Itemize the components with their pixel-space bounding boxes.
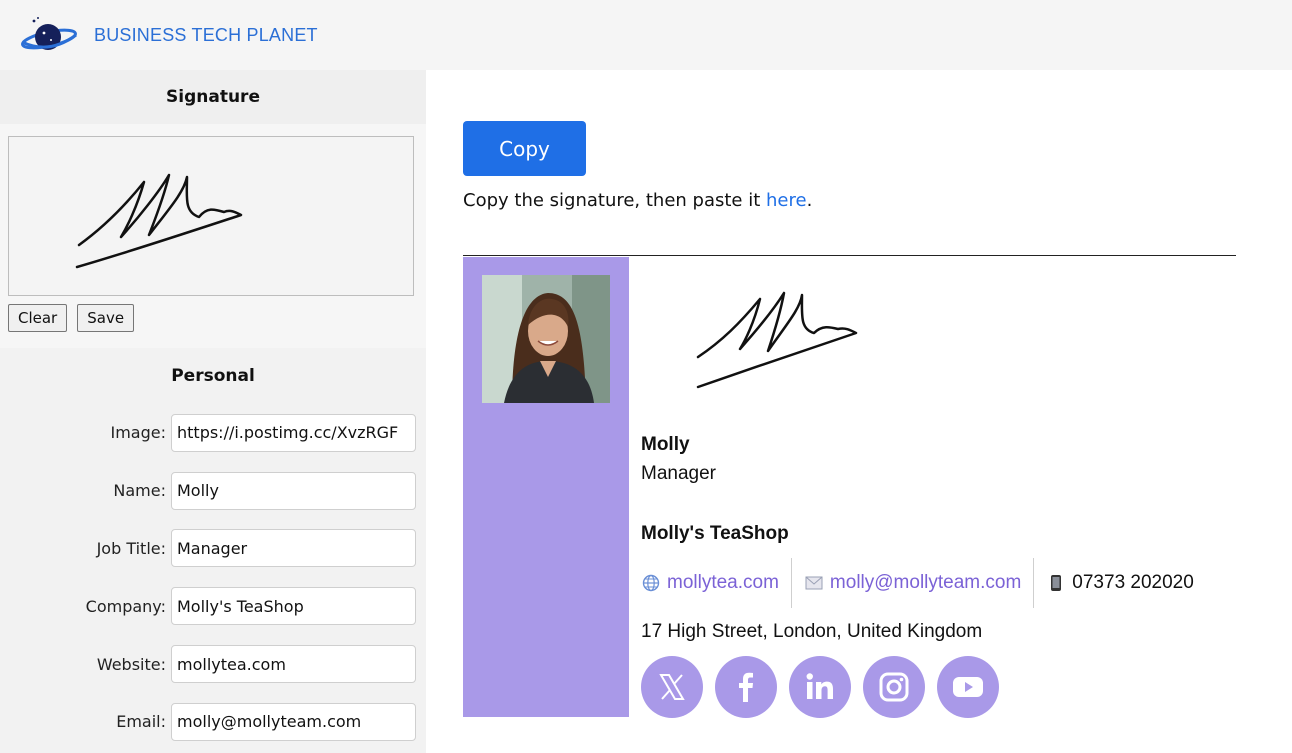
phone-contact: 07373 202020 bbox=[1046, 558, 1194, 608]
personal-section-title: Personal bbox=[171, 366, 255, 386]
contact-separator bbox=[1033, 558, 1035, 608]
name-field-row: Name: bbox=[0, 462, 426, 520]
save-button[interactable]: Save bbox=[77, 304, 135, 332]
image-field-label: Image: bbox=[110, 423, 167, 443]
company-input[interactable] bbox=[171, 587, 416, 626]
divider-line bbox=[463, 255, 1236, 256]
company-field-row: Company: bbox=[0, 577, 426, 635]
signature-job-title: Manager bbox=[641, 463, 716, 484]
profile-photo bbox=[482, 275, 610, 403]
job-title-input[interactable] bbox=[171, 529, 416, 568]
youtube-icon[interactable] bbox=[937, 656, 999, 718]
signature-address: 17 High Street, London, United Kingdom bbox=[641, 621, 983, 642]
brand-name[interactable]: BUSINESS TECH PLANET bbox=[94, 25, 318, 46]
mobile-phone-icon bbox=[1046, 574, 1066, 592]
app-header: BUSINESS TECH PLANET bbox=[0, 0, 1292, 70]
email-field-row: Email: bbox=[0, 693, 426, 751]
phone-number: 07373 202020 bbox=[1072, 572, 1194, 593]
company-field-label: Company: bbox=[85, 596, 166, 616]
paste-here-link[interactable]: here bbox=[766, 190, 807, 211]
job-title-field-row: Job Title: bbox=[0, 520, 426, 578]
editor-panel: Signature Clear Save Personal Image: Nam… bbox=[0, 70, 426, 753]
email-contact: molly@mollyteam.com bbox=[804, 558, 1021, 608]
job-title-field-label: Job Title: bbox=[96, 538, 166, 558]
personal-section: Personal Image: Name: Job Title: Company… bbox=[0, 348, 426, 751]
email-input[interactable] bbox=[171, 702, 416, 741]
facebook-icon[interactable] bbox=[715, 656, 777, 718]
website-field-row: Website: bbox=[0, 635, 426, 693]
website-field-label: Website: bbox=[96, 654, 166, 674]
instruction-text: Copy the signature, then paste it bbox=[463, 190, 767, 211]
name-input[interactable] bbox=[171, 471, 416, 510]
website-input[interactable] bbox=[171, 645, 416, 684]
envelope-icon bbox=[804, 576, 824, 590]
email-field-label: Email: bbox=[116, 712, 166, 732]
signature-drawing-pad[interactable] bbox=[8, 136, 414, 296]
signature-image bbox=[696, 291, 858, 389]
linkedin-icon[interactable] bbox=[789, 656, 851, 718]
website-link[interactable]: mollytea.com bbox=[667, 572, 779, 594]
social-links bbox=[641, 656, 999, 718]
planet-logo-icon[interactable] bbox=[20, 15, 78, 55]
instagram-icon[interactable] bbox=[863, 656, 925, 718]
email-link[interactable]: molly@mollyteam.com bbox=[830, 572, 1021, 594]
signature-drawing bbox=[75, 173, 243, 269]
signature-name: Molly bbox=[641, 434, 690, 455]
instruction-end: . bbox=[806, 190, 813, 211]
website-contact: mollytea.com bbox=[641, 558, 779, 608]
name-field-label: Name: bbox=[113, 481, 166, 501]
image-field-row: Image: bbox=[0, 404, 426, 462]
copy-instructions: Copy the signature, then paste it here. bbox=[463, 190, 812, 211]
image-url-input[interactable] bbox=[171, 413, 416, 452]
copy-button[interactable]: Copy bbox=[463, 121, 586, 176]
clear-button[interactable]: Clear bbox=[8, 304, 68, 332]
signature-section-title: Signature bbox=[0, 70, 426, 124]
globe-icon bbox=[641, 574, 661, 592]
signature-actions: Clear Save bbox=[8, 304, 135, 332]
signature-company: Molly's TeaShop bbox=[641, 523, 789, 544]
contact-separator bbox=[790, 558, 792, 608]
x-icon[interactable] bbox=[641, 656, 703, 718]
signature-contacts: mollytea.com molly@mollyteam.com 07373 2… bbox=[641, 558, 1194, 608]
